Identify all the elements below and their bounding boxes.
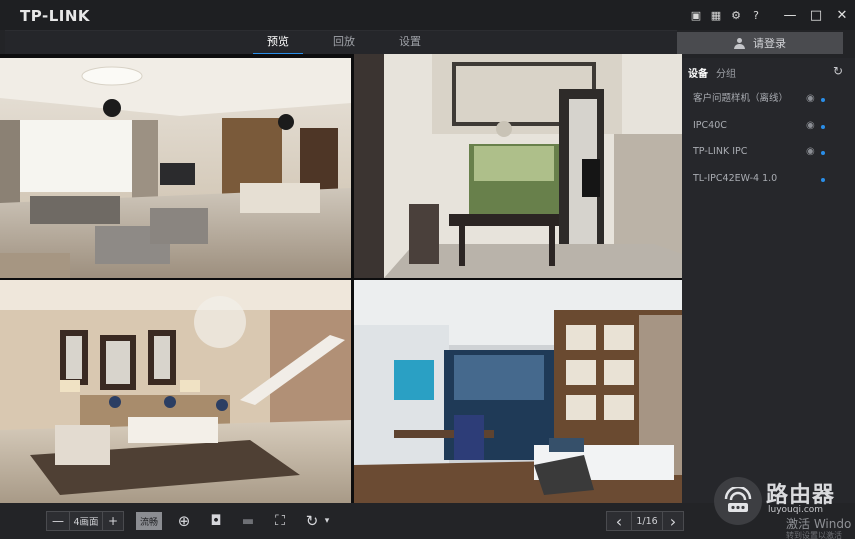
user-icon bbox=[734, 37, 745, 49]
device-item[interactable]: TL-IPC42EW-4 1.0 bbox=[682, 166, 855, 193]
video-cell-4[interactable] bbox=[354, 280, 682, 503]
cycle-icon[interactable]: ↻ bbox=[302, 511, 322, 531]
gear-icon[interactable]: ⚙ bbox=[727, 0, 745, 30]
device-item[interactable]: TP-LINK IPC ◉ bbox=[682, 139, 855, 166]
tab-preview[interactable]: 预览 bbox=[245, 31, 311, 55]
tab-devices[interactable]: 设备 bbox=[688, 65, 708, 80]
stream-quality-button[interactable]: 流畅 bbox=[136, 512, 162, 530]
main-tabs: 预览 回放 设置 bbox=[245, 31, 443, 55]
activate-windows-subtext: 转到设置以激活 bbox=[786, 531, 842, 539]
camera-feed-dining-room bbox=[354, 54, 682, 278]
device-name: TL-IPC42EW-4 1.0 bbox=[693, 172, 778, 184]
chip-icon[interactable]: ▦ bbox=[707, 0, 725, 30]
video-cell-1[interactable] bbox=[0, 58, 351, 278]
device-panel-header: 设备 分组 ↻ bbox=[682, 58, 855, 86]
eye-icon[interactable]: ◉ bbox=[806, 139, 815, 166]
device-name: IPC40C bbox=[693, 119, 727, 131]
device-name: TP-LINK IPC bbox=[693, 146, 748, 157]
eye-icon[interactable]: ◉ bbox=[806, 86, 815, 113]
minimize-button[interactable]: — bbox=[777, 0, 803, 30]
next-page-button[interactable]: › bbox=[662, 511, 684, 531]
fullscreen-icon[interactable]: ⛶ bbox=[270, 511, 290, 531]
status-dot bbox=[821, 177, 825, 182]
watermark: 路由器 luyouqi.com 激活 Windo 转到设置以激活 bbox=[714, 475, 854, 539]
status-dot bbox=[821, 98, 825, 102]
eye-icon[interactable]: ◉ bbox=[806, 113, 815, 140]
video-cell-2[interactable] bbox=[354, 54, 682, 278]
device-name: 客户问题样机（离线） bbox=[693, 93, 789, 104]
chevron-down-icon[interactable]: ▾ bbox=[322, 511, 332, 531]
camera-feed-lounge bbox=[0, 280, 351, 503]
video-grid bbox=[0, 54, 682, 503]
camera-feed-study bbox=[354, 280, 682, 503]
maximize-button[interactable]: □ bbox=[803, 0, 829, 30]
watermark-url: luyouqi.com bbox=[768, 505, 824, 515]
increase-layout-button[interactable]: + bbox=[102, 511, 124, 531]
video-cell-3[interactable] bbox=[0, 280, 351, 503]
nvr-client-window: TP-LINK ▣ ▦ ⚙ ? — □ ✕ 预览 回放 设置 请登录 设备 分组… bbox=[0, 0, 855, 539]
layout-value: 4画面 bbox=[70, 511, 102, 531]
status-dot bbox=[821, 124, 825, 129]
tab-groups[interactable]: 分组 bbox=[716, 65, 736, 80]
record-icon[interactable]: ▬ bbox=[238, 511, 258, 531]
brand-logo: TP-LINK bbox=[20, 7, 91, 25]
login-label: 请登录 bbox=[753, 37, 786, 50]
title-bar: TP-LINK ▣ ▦ ⚙ ? — □ ✕ bbox=[0, 0, 855, 30]
tab-settings[interactable]: 设置 bbox=[377, 31, 443, 53]
device-item[interactable]: IPC40C ◉ bbox=[682, 113, 855, 140]
screenshot-icon[interactable]: ▣ bbox=[687, 0, 705, 30]
close-button[interactable]: ✕ bbox=[829, 0, 855, 30]
help-icon[interactable]: ? bbox=[747, 0, 765, 30]
title-bar-controls: ▣ ▦ ⚙ ? — □ ✕ bbox=[687, 0, 855, 30]
main-nav: 预览 回放 设置 bbox=[5, 30, 677, 55]
tab-playback[interactable]: 回放 bbox=[311, 31, 377, 53]
device-item[interactable]: 客户问题样机（离线） ◉ bbox=[682, 86, 855, 113]
router-logo-icon bbox=[714, 477, 762, 525]
camera-feed-living-room bbox=[0, 58, 351, 278]
zoom-icon[interactable]: ⊕ bbox=[174, 511, 194, 531]
refresh-icon[interactable]: ↻ bbox=[833, 64, 843, 78]
login-button[interactable]: 请登录 bbox=[677, 32, 843, 54]
device-panel: 设备 分组 ↻ 客户问题样机（离线） ◉ IPC40C ◉ TP-LINK IP… bbox=[682, 58, 855, 503]
prev-page-button[interactable]: ‹ bbox=[606, 511, 632, 531]
status-dot bbox=[821, 151, 825, 155]
decrease-layout-button[interactable]: — bbox=[46, 511, 70, 531]
camera-icon[interactable]: ◘ bbox=[206, 511, 226, 531]
page-indicator: 1/16 bbox=[632, 511, 662, 531]
